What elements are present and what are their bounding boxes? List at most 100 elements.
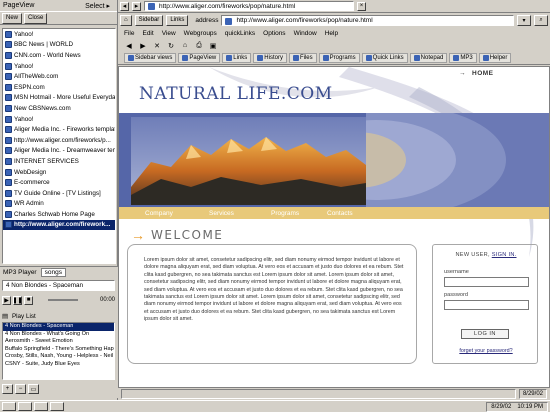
- playlist-item[interactable]: Aerosmith - Sweet Emotion: [3, 338, 114, 346]
- playlist-item[interactable]: 4 Non Blondes - What's Going On: [3, 331, 114, 339]
- close-button[interactable]: Close: [24, 12, 48, 24]
- print-icon[interactable]: ⎙: [194, 41, 204, 50]
- link-quick-links[interactable]: Quick Links: [361, 53, 408, 63]
- menu-quicklinks[interactable]: quickLinks: [225, 30, 255, 37]
- nav-programs[interactable]: Programs: [271, 210, 299, 217]
- page-icon: [5, 126, 12, 134]
- pageview-title: PageView: [3, 2, 35, 9]
- nav-company[interactable]: Company: [145, 210, 173, 217]
- tab-url[interactable]: http://www.aliger.com/fireworks/pop/natu…: [144, 1, 354, 11]
- menu-options[interactable]: Options: [263, 30, 285, 37]
- playlist-item[interactable]: Buffalo Springfield - There's Something …: [3, 346, 114, 354]
- refresh-icon[interactable]: ↻: [166, 41, 176, 50]
- favorite-item[interactable]: TV Guide Online - [TV Listings]: [3, 188, 115, 199]
- username-input[interactable]: [444, 277, 529, 287]
- playlist-icon: ▤: [2, 312, 8, 320]
- link-pageview[interactable]: PageView: [178, 53, 221, 63]
- stop-icon[interactable]: ✕: [152, 41, 162, 50]
- nav-services[interactable]: Services: [209, 210, 234, 217]
- menu-view[interactable]: View: [162, 30, 176, 37]
- favorite-item[interactable]: Yahoo!: [3, 114, 115, 125]
- favorite-item[interactable]: Yahoo!: [3, 29, 115, 40]
- search-icon[interactable]: ⌕: [534, 14, 548, 26]
- link-history[interactable]: History: [253, 53, 287, 63]
- link-mp3[interactable]: MP3: [449, 53, 477, 63]
- favorite-label: Charles Schwab Home Page: [14, 210, 95, 218]
- songs-dropdown[interactable]: songs: [40, 268, 66, 277]
- password-label: password: [444, 292, 468, 298]
- playlist-toolbar: + − ▭: [2, 383, 115, 395]
- quicklaunch-icon[interactable]: [34, 402, 48, 411]
- page-icon: [5, 94, 12, 102]
- favorite-item[interactable]: Charles Schwab Home Page: [3, 209, 115, 220]
- link-helper[interactable]: Helper: [478, 53, 512, 63]
- forward-arrow-icon[interactable]: ▶: [138, 41, 148, 50]
- page-icon: [5, 104, 12, 112]
- add-icon[interactable]: +: [2, 384, 13, 394]
- favorite-item[interactable]: AllTheWeb.com: [3, 71, 115, 82]
- login-button[interactable]: LOG IN: [461, 329, 509, 339]
- page-icon: [5, 200, 12, 208]
- favorite-item[interactable]: BBC News | WORLD: [3, 40, 115, 51]
- back-arrow-icon[interactable]: ◀: [124, 41, 134, 50]
- play-icon[interactable]: ▶: [2, 295, 11, 305]
- status-bar: 8/29/02: [118, 388, 550, 400]
- folder-icon[interactable]: ▭: [28, 384, 39, 394]
- menu-window[interactable]: Window: [294, 30, 317, 37]
- favorite-item[interactable]: ESPN.com: [3, 82, 115, 93]
- menu-webgroups[interactable]: Webgroups: [184, 30, 217, 37]
- go-button[interactable]: ▾: [517, 14, 531, 26]
- quicklaunch-icon[interactable]: [18, 402, 32, 411]
- link-links[interactable]: Links: [222, 53, 252, 63]
- forward-icon[interactable]: ▸: [132, 1, 141, 11]
- menu-help[interactable]: Help: [325, 30, 338, 37]
- back-icon[interactable]: ◂: [120, 1, 129, 11]
- favorite-item[interactable]: MSN Hotmail - More Useful Everyday: [3, 93, 115, 104]
- favorite-item[interactable]: http://www.aliger.com/fireworks/p...: [3, 135, 115, 146]
- close-tab-icon[interactable]: ×: [357, 1, 366, 11]
- menu-edit[interactable]: Edit: [142, 30, 153, 37]
- playlist-item[interactable]: Crosby, Stills, Nash, Young - Helpless -…: [3, 353, 114, 361]
- page-icon: [5, 62, 12, 70]
- favorite-item[interactable]: Aliger Media Inc. - Dreamweaver tem...: [3, 146, 115, 157]
- link-programs[interactable]: Programs: [318, 53, 360, 63]
- page-icon: [5, 115, 12, 123]
- favorite-item[interactable]: Yahoo!: [3, 61, 115, 72]
- favorite-label: New CBSNews.com: [14, 104, 71, 112]
- forgot-password-link[interactable]: forget your password?: [433, 348, 539, 354]
- link-sidebar-views[interactable]: Sidebar views: [124, 53, 177, 63]
- password-input[interactable]: [444, 300, 529, 310]
- nav-contacts[interactable]: Contacts: [327, 210, 353, 217]
- favorite-item[interactable]: New CBSNews.com: [3, 103, 115, 114]
- select-menu[interactable]: Select ▸: [85, 2, 110, 10]
- save-icon[interactable]: ▣: [208, 41, 218, 50]
- favorite-label: Aliger Media Inc. - Dreamweaver tem...: [14, 147, 115, 155]
- favorite-item[interactable]: http://www.aliger.com/firework...: [3, 219, 115, 231]
- sign-in-link[interactable]: SIGN IN.: [492, 252, 517, 258]
- playlist-item[interactable]: 4 Non Blondes - Spaceman: [3, 323, 114, 331]
- seek-slider[interactable]: [48, 299, 78, 301]
- links-button[interactable]: Links: [166, 14, 189, 26]
- remove-icon[interactable]: −: [15, 384, 26, 394]
- pause-icon[interactable]: ❚❚: [12, 295, 23, 305]
- link-notepad[interactable]: Notepad: [409, 53, 448, 63]
- favorite-item[interactable]: WebDesign: [3, 167, 115, 178]
- sidebar-button[interactable]: Sidebar: [134, 14, 164, 26]
- status-text: [121, 389, 516, 399]
- favorite-item[interactable]: Aliger Media Inc. - Fireworks templates: [3, 124, 115, 135]
- link-files[interactable]: Files: [288, 53, 317, 63]
- address-input[interactable]: http://www.aliger.com/fireworks/pop/natu…: [221, 14, 514, 26]
- playlist-item[interactable]: CSNY - Suite, Judy Blue Eyes: [3, 361, 114, 369]
- home-icon[interactable]: ⌂: [120, 14, 132, 26]
- menu-file[interactable]: File: [124, 30, 134, 37]
- quicklaunch-icon[interactable]: [50, 402, 64, 411]
- home-icon[interactable]: ⌂: [180, 41, 190, 50]
- favorite-item[interactable]: WR Admin: [3, 199, 115, 210]
- new-button[interactable]: New: [2, 12, 23, 24]
- start-icon[interactable]: [2, 402, 16, 411]
- favorite-item[interactable]: E-commerce: [3, 177, 115, 188]
- favorite-item[interactable]: INTERNET SERVICES: [3, 156, 115, 167]
- favorite-item[interactable]: CNN.com - World News: [3, 50, 115, 61]
- stop-icon[interactable]: ■: [24, 295, 33, 305]
- home-link[interactable]: → HOME: [459, 70, 494, 77]
